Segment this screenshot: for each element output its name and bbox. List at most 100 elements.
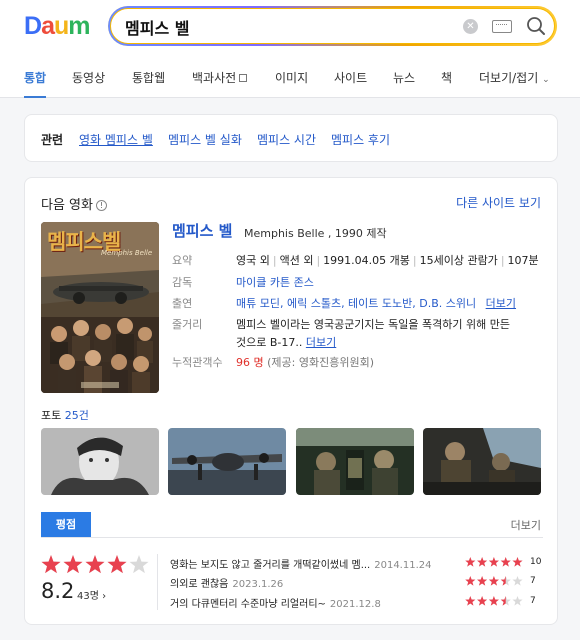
related-searches: 관련 영화 멤피스 벨 멤피스 벨 실화 멤피스 시간 멤피스 후기 [24, 114, 558, 162]
search-input[interactable] [125, 16, 445, 38]
star-filled-icon [107, 555, 127, 574]
review-stars [465, 576, 523, 586]
star-filled-icon [500, 557, 511, 567]
other-sites-link[interactable]: 다른 사이트 보기 [456, 194, 541, 211]
divider [41, 537, 543, 538]
tab-books[interactable]: 책 [441, 69, 452, 98]
star-filled-icon [488, 596, 499, 606]
movie-poster[interactable]: 멤피스벨 Memphis Belle [41, 222, 159, 393]
photo-art [41, 428, 159, 495]
tab-integrated[interactable]: 통합 [24, 69, 47, 98]
review-date: 2014.11.24 [374, 560, 432, 571]
star-filled-icon [488, 557, 499, 567]
audience-count: 96 명 [236, 356, 264, 369]
tab-video[interactable]: 동영상 [72, 69, 105, 98]
tab-label: 책 [441, 71, 453, 85]
summary-part: 15세이상 관람가 [419, 254, 498, 267]
tab-encyclopedia[interactable]: 백과사전 [192, 69, 248, 98]
logo-letter: u [53, 12, 69, 40]
star-filled-icon [465, 576, 476, 586]
external-window-icon [239, 74, 248, 82]
keyboard-icon[interactable] [492, 20, 512, 33]
tab-label: 통합 [24, 71, 47, 85]
info-icon[interactable]: ! [95, 200, 107, 211]
star-filled-icon [63, 555, 83, 574]
average-score: 8.2 [41, 579, 75, 603]
related-link[interactable]: 멤피스 벨 실화 [168, 131, 242, 148]
summary-part: 영국 외 [236, 254, 270, 267]
cast-links[interactable]: 매튜 모딘, 에릭 스톨츠, 테이트 도노반, D.B. 스위니 [236, 297, 476, 310]
review-date: 2023.1.26 [232, 579, 284, 590]
star-filled-icon [41, 555, 61, 574]
review-date: 2021.12.8 [329, 599, 381, 610]
star-filled-icon [512, 557, 523, 567]
director-link[interactable]: 마이클 카튼 존스 [236, 274, 314, 290]
tab-web[interactable]: 통합웹 [132, 69, 165, 98]
audience-source: (제공: 영화진흥위원회) [267, 356, 374, 369]
tab-more-toggle[interactable]: 더보기/접기 ⌄ [479, 69, 550, 98]
tab-rating[interactable]: 평점 [41, 512, 91, 537]
separator: | [272, 254, 277, 267]
photo-art [168, 428, 286, 495]
review-item[interactable]: 의외로 괜찮음 2023.1.26 [170, 575, 283, 590]
close-circle-icon[interactable]: ✕ [463, 19, 478, 34]
audience-value: 96 명 (제공: 영화진흥위원회) [236, 354, 374, 370]
star-empty-icon [512, 596, 523, 606]
related-title: 관련 [41, 133, 64, 147]
summary-part: 107분 [507, 254, 539, 267]
search-tabs: 통합 동영상 통합웹 백과사전 이미지 사이트 뉴스 책 더보기/접기 ⌄ [0, 69, 580, 98]
separator: | [412, 254, 417, 267]
review-item[interactable]: 거의 다큐멘터리 수준마냥 리얼러티~ 2021.12.8 [170, 595, 381, 610]
photo-thumbnail[interactable] [41, 428, 159, 495]
tab-label: 더보기/접기 [479, 71, 539, 85]
magnifier-icon[interactable] [526, 16, 546, 36]
tab-label: 백과사전 [192, 71, 237, 85]
star-filled-icon [465, 557, 476, 567]
photo-art [296, 428, 414, 495]
rating-more-link[interactable]: 더보기 [511, 517, 541, 533]
review-stars [465, 596, 523, 606]
photo-art [423, 428, 541, 495]
separator: | [316, 254, 321, 267]
star-filled-icon [465, 596, 476, 606]
tab-label: 동영상 [72, 71, 106, 85]
section-title-text: 다음 영화 [41, 198, 93, 213]
logo-letter: a [41, 12, 55, 40]
tab-label: 뉴스 [393, 71, 416, 85]
divider [157, 554, 158, 610]
review-stars [465, 557, 523, 567]
summary-value: 영국 외 | 액션 외 | 1991.04.05 개봉 | 15세이상 관람가 | 107분 [236, 252, 539, 268]
photo-count-link[interactable]: 25건 [65, 409, 89, 422]
tab-label: 통합웹 [132, 71, 166, 85]
rating-count-link[interactable]: 43명 › [77, 587, 106, 602]
tab-images[interactable]: 이미지 [275, 69, 308, 98]
tab-sites[interactable]: 사이트 [334, 69, 367, 98]
section-title: 다음 영화! [41, 194, 107, 213]
plot-label: 줄거리 [172, 318, 203, 331]
review-score: 7 [530, 576, 536, 586]
photo-label: 포토 25건 [41, 407, 89, 423]
separator: | [500, 254, 505, 267]
plot-line: 것으로 B-17.. [236, 336, 303, 349]
tab-news[interactable]: 뉴스 [393, 69, 415, 98]
director-label: 감독 [172, 276, 193, 289]
photo-thumbnail[interactable] [296, 428, 414, 495]
movie-title-link[interactable]: 멤피스 벨 [172, 220, 232, 241]
star-filled-icon [488, 576, 499, 586]
review-score: 10 [530, 557, 542, 567]
summary-label: 요약 [172, 254, 193, 267]
plot-more-link[interactable]: 더보기 [306, 336, 336, 349]
plot-line: 멤피스 벨이라는 영국공군기지는 독일을 폭격하기 위해 만든 [236, 318, 510, 331]
daum-logo[interactable]: Daum [24, 12, 90, 41]
related-link[interactable]: 영화 멤피스 벨 [79, 131, 153, 148]
search-box: ✕ [109, 7, 556, 45]
photo-label-text: 포토 [41, 409, 62, 422]
review-item[interactable]: 영화는 보지도 않고 줄거리를 개떡같이썼네 멤... 2014.11.24 [170, 556, 432, 571]
related-link[interactable]: 멤피스 시간 [257, 131, 316, 148]
review-score: 7 [530, 596, 536, 606]
photo-thumbnail[interactable] [423, 428, 541, 495]
review-text: 의외로 괜찮음 [170, 579, 229, 590]
related-link[interactable]: 멤피스 후기 [331, 131, 390, 148]
photo-thumbnail[interactable] [168, 428, 286, 495]
cast-more-link[interactable]: 더보기 [486, 297, 516, 310]
